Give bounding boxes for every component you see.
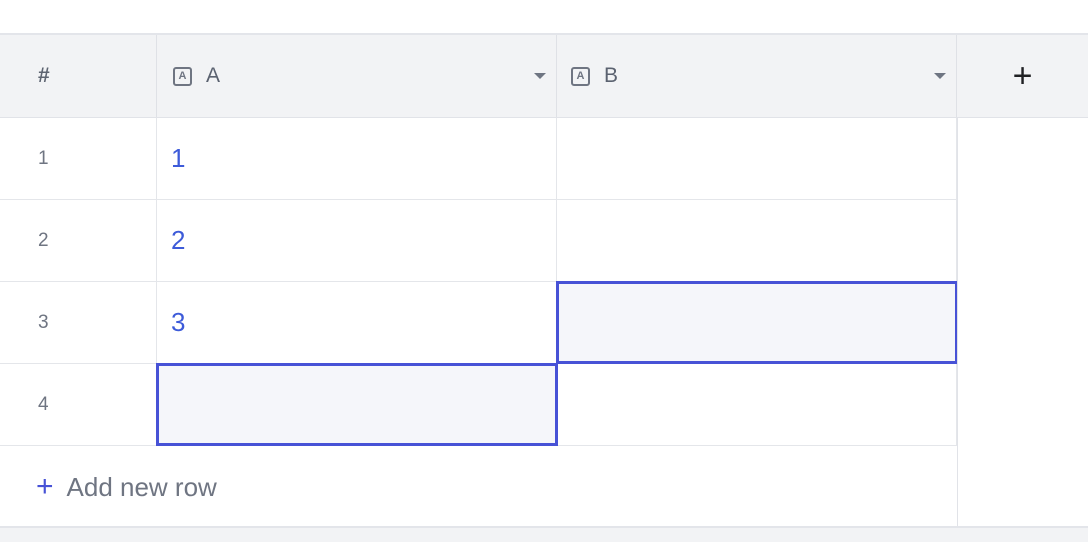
column-header-b[interactable]: A B [557,35,957,117]
text-type-icon: A [173,66,192,86]
table-row: 4 [0,363,957,446]
column-name: A [206,64,221,87]
row-number: 4 [0,364,157,445]
cell-b[interactable] [557,364,957,445]
data-grid: # A A A B + 1 1 2 2 3 3 4 + Add new row [0,33,1088,528]
column-name: B [604,64,619,87]
table-row: 2 2 [0,200,957,282]
cell-b-selected[interactable] [556,281,958,364]
add-column-button[interactable]: + [957,35,1088,117]
add-new-row-button[interactable]: + Add new row [0,446,957,528]
row-number: 3 [0,282,157,363]
row-number: 1 [0,118,157,199]
grid-footer-strip [0,526,1088,542]
row-number-header: # [0,35,157,117]
plus-icon: + [36,470,54,503]
column-header-a[interactable]: A A [157,35,557,117]
chevron-down-icon[interactable] [534,73,546,79]
text-type-icon: A [571,66,590,86]
chevron-down-icon[interactable] [934,73,946,79]
cell-b[interactable] [557,118,957,199]
cell-a[interactable]: 1 [157,118,557,199]
cell-a[interactable]: 3 [157,282,557,363]
cell-a[interactable]: 2 [157,200,557,281]
add-new-row-label: Add new row [66,471,217,502]
cell-a-selected[interactable] [156,363,558,446]
grid-header: # A A A B + [0,35,1088,118]
table-row: 1 1 [0,118,957,200]
table-row: 3 3 [0,281,958,364]
add-column-gutter [957,118,1088,528]
cell-b[interactable] [557,200,957,281]
row-number: 2 [0,200,157,281]
